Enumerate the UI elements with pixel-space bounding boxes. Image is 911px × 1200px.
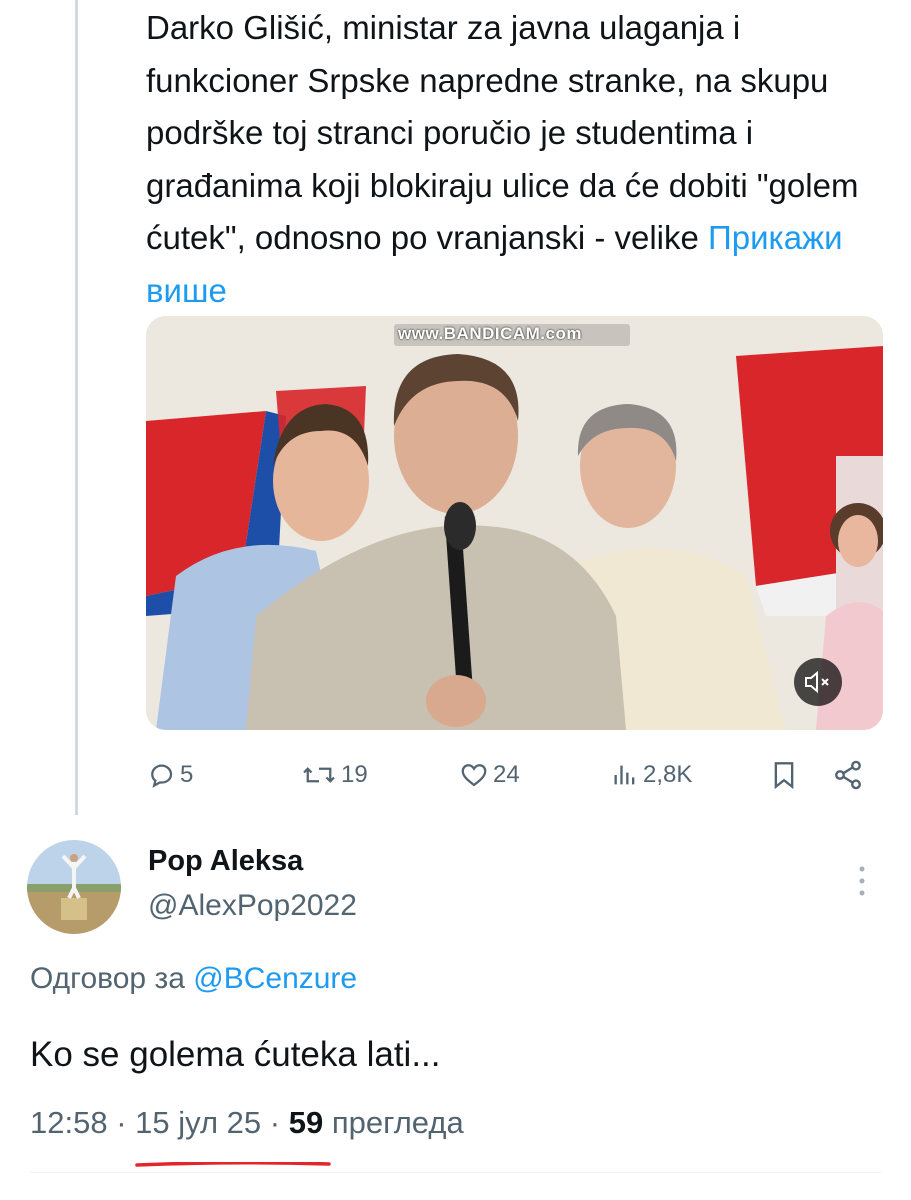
tweet-date[interactable]: 15 јул 25 <box>135 1105 261 1140</box>
more-options-button[interactable] <box>850 861 874 901</box>
tweet-actions-bar: 5 19 24 2,8K <box>146 755 876 795</box>
meta-separator: · <box>116 1105 127 1140</box>
reply-tweet[interactable]: Pop Aleksa @AlexPop2022 Одговор за @BCen… <box>0 825 911 1200</box>
avatar[interactable] <box>27 840 121 934</box>
tweet-video[interactable]: www.BANDICAM.com <box>146 316 883 730</box>
video-watermark: www.BANDICAM.com <box>398 324 582 343</box>
meta-separator: · <box>269 1105 281 1140</box>
retweet-button[interactable]: 19 <box>301 755 368 795</box>
reply-count: 5 <box>180 761 194 788</box>
divider <box>30 1172 881 1173</box>
reply-button[interactable]: 5 <box>146 755 193 795</box>
like-button[interactable]: 24 <box>459 755 520 795</box>
date-annotation-underline <box>135 1162 331 1167</box>
reply-text: Ko se golema ćuteka lati... <box>30 1035 441 1074</box>
heart-icon <box>461 764 487 787</box>
vertical-dots-icon <box>859 866 865 896</box>
views-chart-icon <box>614 765 635 785</box>
replying-to-mention[interactable]: @BCenzure <box>193 962 357 995</box>
bookmark-icon <box>774 762 794 790</box>
views-count: 2,8K <box>643 761 693 788</box>
replying-to-line: Одговор за @BCenzure <box>30 962 357 996</box>
user-handle[interactable]: @AlexPop2022 <box>148 889 357 923</box>
views-label: прегледа <box>331 1105 464 1140</box>
tweet-text: Darko Glišić, ministar za javna ulaganja… <box>146 2 886 317</box>
replying-to-label: Одговор за <box>30 962 185 995</box>
like-count: 24 <box>493 761 520 788</box>
share-button[interactable] <box>832 755 864 795</box>
view-count: 59 <box>288 1105 324 1140</box>
video-frame <box>146 316 883 730</box>
speaker-muted-icon <box>805 670 829 694</box>
views-button[interactable]: 2,8K <box>611 755 692 795</box>
thread-connector-line <box>75 0 78 815</box>
reply-icon <box>151 764 173 788</box>
share-icon <box>835 760 861 790</box>
tweet-metadata: 12:58 · 15 јул 25 · 59 прегледа <box>30 1105 464 1141</box>
bookmark-button[interactable] <box>770 755 798 795</box>
mute-button[interactable] <box>794 658 842 706</box>
retweet-count: 19 <box>341 761 368 788</box>
tweet-time[interactable]: 12:58 <box>30 1105 108 1140</box>
retweet-icon <box>303 767 335 783</box>
display-name[interactable]: Pop Aleksa <box>148 845 303 878</box>
avatar-image <box>27 840 121 934</box>
